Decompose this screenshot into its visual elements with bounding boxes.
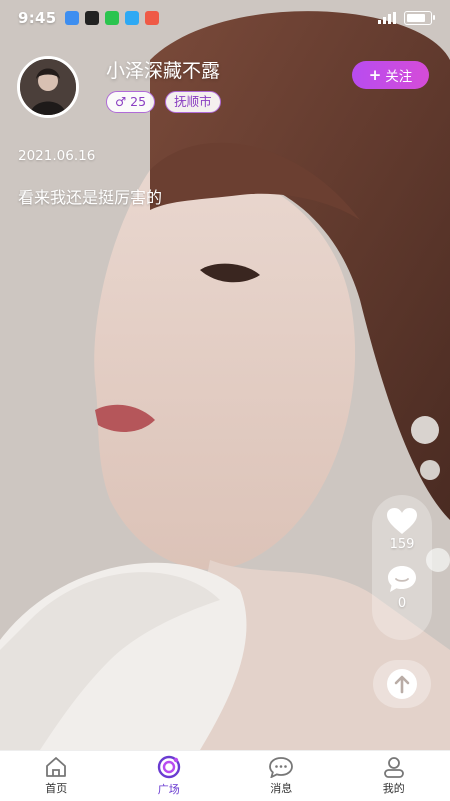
status-time: 9:45 [18,9,57,27]
heart-icon [386,507,418,535]
author-tags: ♂ 25 抚顺市 [106,91,221,113]
tab-home-label: 首页 [45,780,67,796]
home-icon [44,756,68,778]
app-notification-icon [65,11,79,25]
tab-profile[interactable]: 我的 [338,751,450,801]
upload-icon [385,667,419,701]
comment-button[interactable]: 0 [386,564,418,611]
gender-age-badge: ♂ 25 [106,91,155,113]
city-badge: 抚顺市 [165,91,221,113]
tab-profile-label: 我的 [383,780,405,796]
tab-plaza-label: 广场 [158,781,180,797]
tab-messages-label: 消息 [270,780,292,796]
status-bar: 9:45 [0,0,450,36]
notification-icons [65,11,159,25]
qq-icon [85,11,99,25]
share-button[interactable] [373,660,431,708]
post-photo [0,0,450,750]
like-button[interactable]: 159 [386,507,418,552]
post-photo-view: 9:45 小泽深藏不露 ♂ 25 抚顺市 + 关注 [0,0,450,750]
plaza-icon [155,755,183,779]
app-alert-icon [145,11,159,25]
follow-button-label: 关注 [385,65,412,85]
plus-icon: + [369,66,382,84]
wechat-icon [105,11,119,25]
message-app-icon [125,11,139,25]
avatar-image [20,59,76,115]
post-date: 2021.06.16 [18,148,95,164]
follow-button[interactable]: + 关注 [352,61,429,89]
signal-icon [378,12,396,24]
post-caption: 看来我还是挺厉害的 [18,184,162,208]
tab-plaza[interactable]: 广场 [113,751,226,801]
bottom-tab-bar: 首页 广场 消息 我的 [0,750,450,801]
profile-icon [382,756,406,778]
author-username[interactable]: 小泽深藏不露 [106,56,220,83]
comment-icon [386,564,418,594]
tab-home[interactable]: 首页 [0,751,113,801]
comment-count: 0 [398,596,406,611]
post-actions: 159 0 [372,495,432,640]
battery-icon [404,11,432,25]
tab-messages[interactable]: 消息 [225,751,338,801]
like-count: 159 [390,537,415,552]
author-avatar[interactable] [17,56,79,118]
message-icon [268,756,294,778]
